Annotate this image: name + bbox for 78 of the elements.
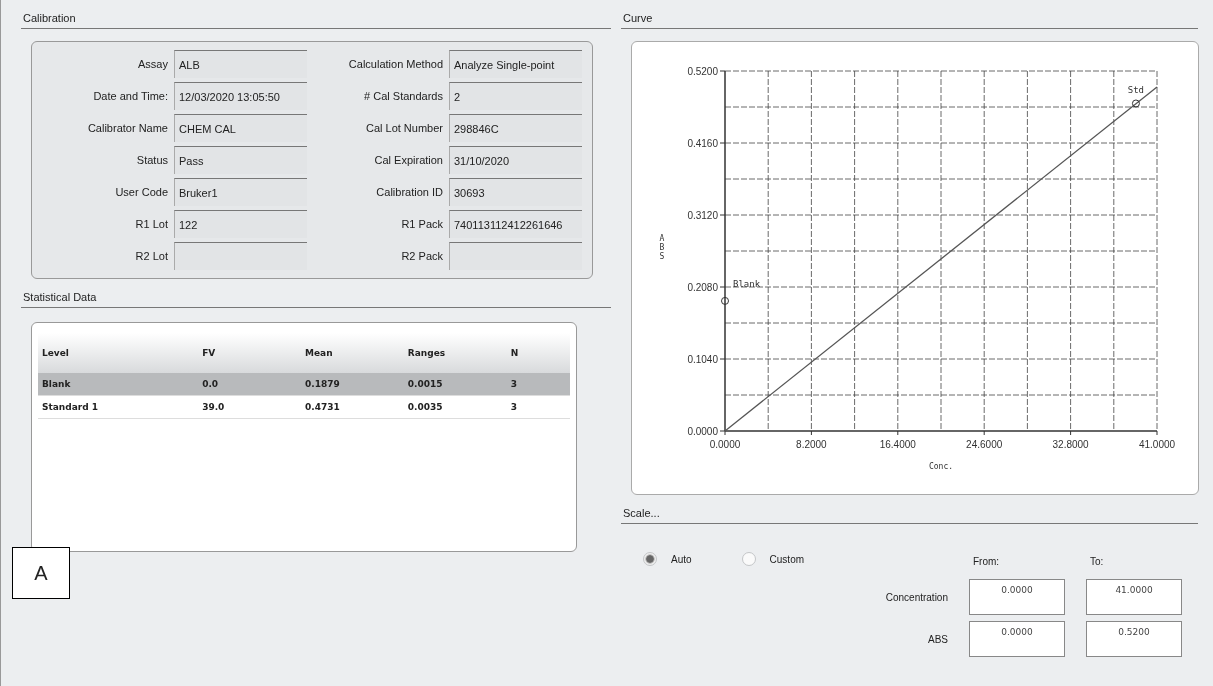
table-cell-text: 39.0 xyxy=(201,402,226,412)
table-cell-text: Blank xyxy=(41,379,72,389)
range-label: ABS xyxy=(927,633,948,645)
point-label: Std xyxy=(1127,85,1145,96)
readonly-field: 122 xyxy=(174,210,307,238)
field-label: Assay xyxy=(137,58,169,70)
section-title: Calibration xyxy=(22,12,77,26)
input-field[interactable]: 0.0000 xyxy=(969,621,1065,657)
section-title: Curve xyxy=(622,12,654,26)
readonly-field: CHEM CAL xyxy=(174,114,307,142)
field-label: User Code xyxy=(114,186,169,198)
y-tick-label: 0.5200 xyxy=(687,66,718,77)
table-cell-text: 0.0 xyxy=(201,379,220,389)
column-label: From: xyxy=(972,555,1001,569)
y-tick-label: 0.4160 xyxy=(687,138,718,149)
field-label: Calibration ID xyxy=(375,186,444,198)
table-cell-text: 0.0035 xyxy=(406,402,444,412)
field-label: Cal Expiration xyxy=(373,154,444,166)
table-cell-text: Standard 1 xyxy=(41,402,100,412)
readonly-field: 30693 xyxy=(449,178,582,206)
y-tick-label: 0.3120 xyxy=(687,210,718,221)
field-label: # Cal Standards xyxy=(363,90,444,102)
table-row[interactable]: Blank 0.0 0.1879 0.0015 3 xyxy=(38,373,570,396)
x-tick-label: 32.8000 xyxy=(1052,439,1089,450)
data-point xyxy=(1131,99,1140,108)
column-header: N xyxy=(509,348,520,358)
section-title: Statistical Data xyxy=(22,291,98,305)
x-tick-label: 41.0000 xyxy=(1138,439,1176,450)
field-label: Calibrator Name xyxy=(86,122,169,134)
field-label: R1 Lot xyxy=(134,218,169,230)
point-label: Blank xyxy=(733,278,761,289)
panel-label: A xyxy=(12,547,70,599)
table-cell-text: 3 xyxy=(509,379,518,389)
y-tick-label: 0.1040 xyxy=(687,354,718,365)
field-label: R2 Pack xyxy=(400,250,444,262)
x-tick-label: 24.6000 xyxy=(966,439,1003,450)
radio-button[interactable] xyxy=(741,552,756,566)
readonly-field: 2 xyxy=(449,82,582,110)
field-label: R1 Pack xyxy=(400,218,444,230)
field-label: Date and Time: xyxy=(92,90,169,102)
input-field[interactable]: 41.0000 xyxy=(1086,579,1182,615)
radio-button[interactable] xyxy=(643,552,657,566)
radio-label[interactable]: Custom xyxy=(769,553,805,565)
x-tick-label: 8.2000 xyxy=(796,439,827,450)
column-header: FV xyxy=(201,348,217,358)
column-header: Level xyxy=(41,348,70,358)
column-header: Ranges xyxy=(406,348,447,358)
input-field[interactable]: 0.5200 xyxy=(1086,621,1182,657)
table-cell-text: 0.4731 xyxy=(304,402,341,412)
column-header: Mean xyxy=(304,348,334,358)
field-label: R2 Lot xyxy=(134,250,169,262)
input-field[interactable]: 0.0000 xyxy=(969,579,1065,615)
field-label: Status xyxy=(135,154,169,166)
column-label: To: xyxy=(1089,555,1105,569)
readonly-field: Analyze Single-point xyxy=(449,50,582,78)
range-label: Concentration xyxy=(884,591,948,603)
readonly-field: Pass xyxy=(174,146,307,174)
table-cell-text: 0.0015 xyxy=(406,379,444,389)
readonly-field: ALB xyxy=(174,50,307,78)
table-cell-text: 3 xyxy=(509,402,518,412)
readonly-field: 12/03/2020 13:05:50 xyxy=(174,82,307,110)
x-tick-label: 16.4000 xyxy=(879,439,916,450)
readonly-field: 740113112412261646 xyxy=(449,210,582,238)
readonly-field: 31/10/2020 xyxy=(449,146,582,174)
y-tick-label: 0.2080 xyxy=(687,282,718,293)
table-cell-text: 0.1879 xyxy=(304,379,341,389)
y-axis-label: ABS xyxy=(659,234,665,261)
radio-label[interactable]: Auto xyxy=(671,553,692,565)
field-label: Calculation Method xyxy=(347,58,444,70)
x-axis-label: Conc. xyxy=(928,462,954,471)
section-title: Scale... xyxy=(622,507,661,521)
y-tick-label: 0.0000 xyxy=(687,426,718,437)
x-tick-label: 0.0000 xyxy=(709,439,741,450)
table-row[interactable]: Standard 1 39.0 0.4731 0.0035 3 xyxy=(38,396,570,419)
data-point xyxy=(721,296,729,305)
field-label: Cal Lot Number xyxy=(364,122,444,134)
readonly-field: 298846C xyxy=(449,114,582,142)
readonly-field: Bruker1 xyxy=(174,178,307,206)
